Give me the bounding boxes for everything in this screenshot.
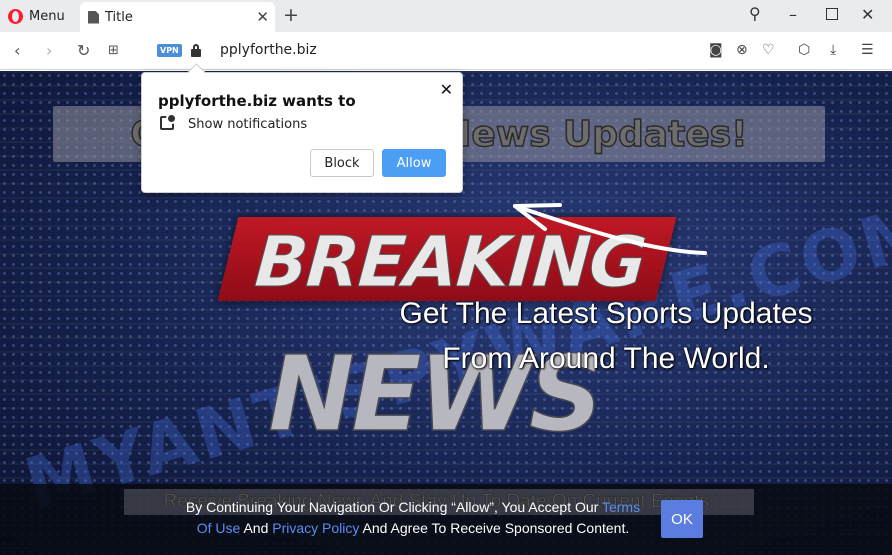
window-close-icon[interactable]: ✕ (861, 5, 874, 24)
speed-dial-icon[interactable]: ⊞ (108, 43, 119, 58)
popup-message: Show notifications (188, 117, 308, 132)
url-field[interactable]: pplyforthe.biz (220, 42, 317, 58)
consent-text-and: And (240, 520, 273, 536)
popup-title: pplyforthe.biz wants to (158, 92, 356, 110)
tracker-blocker-icon[interactable]: ⊗ (736, 42, 748, 58)
tab-close-icon[interactable]: ✕ (256, 8, 269, 26)
consent-footer: Receive Breaking News And Stay Up To Dat… (0, 484, 892, 555)
reload-icon[interactable]: ↻ (77, 41, 90, 60)
new-tab-icon[interactable]: + (283, 4, 299, 26)
forward-icon[interactable]: › (46, 41, 52, 60)
notification-icon (160, 113, 177, 130)
tab-active[interactable]: Title ✕ (80, 2, 275, 32)
tab-bar: Menu Title ✕ + ⚲ – ✕ (0, 0, 892, 32)
sports-line-1: Get The Latest Sports Updates (399, 297, 813, 330)
vpn-badge[interactable]: VPN (157, 44, 182, 57)
ok-button[interactable]: OK (661, 500, 703, 538)
cube-icon[interactable]: ⬡ (798, 42, 810, 58)
search-icon[interactable]: ⚲ (749, 4, 761, 23)
popup-close-icon[interactable]: ✕ (440, 80, 453, 99)
sports-line-2: From Around The World. (442, 342, 770, 375)
document-icon (88, 10, 99, 24)
opera-logo-icon (8, 8, 23, 24)
privacy-policy-link[interactable]: Privacy Policy (272, 520, 359, 536)
menu-label: Menu (29, 8, 65, 24)
menu-button[interactable]: Menu (8, 6, 65, 26)
block-button[interactable]: Block (310, 149, 374, 177)
settings-sliders-icon[interactable]: ☰ (861, 42, 874, 58)
allow-button[interactable]: Allow (382, 149, 446, 177)
tab-title: Title (105, 9, 133, 25)
heart-icon[interactable]: ♡ (762, 42, 775, 58)
download-icon[interactable]: ⤓ (830, 42, 836, 58)
lock-icon[interactable] (191, 44, 201, 57)
consent-text-before: By Continuing Your Navigation Or Clickin… (185, 499, 602, 515)
arrow-icon (513, 203, 707, 255)
notification-permission-popup: pplyforthe.biz wants to ✕ Show notificat… (141, 72, 463, 193)
minimize-icon[interactable]: – (789, 5, 797, 24)
consent-text-after: And Agree To Receive Sponsored Content. (359, 520, 630, 536)
sports-tagline: Get The Latest Sports Updates From Aroun… (380, 291, 832, 381)
address-bar: ‹ › ↻ ⊞ VPN pplyforthe.biz ◙ ⊗ ♡ ⬡ ⤓ ☰ (0, 32, 892, 70)
camera-icon[interactable]: ◙ (709, 42, 723, 58)
maximize-icon[interactable] (826, 8, 838, 20)
back-icon[interactable]: ‹ (14, 41, 20, 60)
consent-text: By Continuing Your Navigation Or Clickin… (178, 497, 648, 539)
